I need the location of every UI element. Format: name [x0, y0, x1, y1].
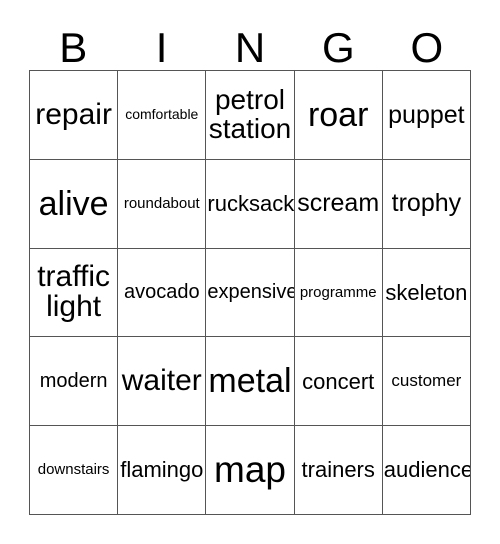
bingo-cell-label: petrol station [208, 84, 292, 144]
bingo-cell[interactable]: programme [294, 248, 383, 338]
bingo-cell[interactable]: comfortable [118, 71, 207, 160]
bingo-cell-label: comfortable [125, 106, 199, 123]
bingo-cell-label: downstairs [37, 461, 110, 479]
bingo-cell[interactable]: repair [30, 71, 119, 160]
bingo-cell[interactable]: customer [382, 337, 471, 427]
bingo-cell[interactable]: trainers [294, 426, 383, 515]
bingo-header-letter-g: G [322, 24, 355, 71]
bingo-cell-label: alive [38, 184, 109, 223]
bingo-cell-label: avocado [123, 280, 200, 303]
bingo-cell-label: rucksack [207, 191, 295, 217]
bingo-cell-label: traffic light [37, 259, 110, 324]
bingo-cell[interactable]: avocado [118, 248, 207, 338]
bingo-cell[interactable]: rucksack [206, 159, 295, 249]
bingo-cell[interactable]: downstairs [30, 426, 119, 515]
bingo-cell-label: metal [208, 362, 292, 401]
bingo-cell[interactable]: puppet [382, 71, 471, 160]
bingo-cell[interactable]: trophy [382, 159, 471, 249]
bingo-cell[interactable]: roundabout [118, 159, 207, 249]
bingo-cell[interactable]: audience [382, 426, 471, 515]
bingo-cell[interactable]: map [206, 426, 295, 515]
bingo-cell[interactable]: expensive [206, 248, 295, 338]
bingo-cell[interactable]: scream [294, 159, 383, 249]
bingo-cell[interactable]: traffic light [30, 248, 119, 338]
bingo-grid: repair comfortable petrol station roar p… [29, 70, 471, 515]
bingo-cell-label: trainers [301, 457, 375, 483]
bingo-cell-label: customer [391, 371, 462, 391]
bingo-cell[interactable]: flamingo [118, 426, 207, 515]
bingo-cell[interactable]: concert [294, 337, 383, 427]
bingo-cell-label: trophy [391, 189, 462, 218]
bingo-cell-label: skeleton [385, 279, 468, 305]
bingo-cell-label: concert [302, 368, 375, 394]
bingo-cell-label: programme [299, 283, 377, 301]
bingo-cell-label: puppet [388, 100, 465, 129]
bingo-cell-label: modern [39, 369, 108, 392]
bingo-cell-label: repair [35, 98, 112, 131]
bingo-header-letter-b: B [59, 24, 88, 71]
bingo-cell-label: waiter [121, 364, 202, 398]
bingo-header-letter-o: O [410, 24, 444, 71]
bingo-cell[interactable]: metal [206, 337, 295, 427]
bingo-cell-label: roundabout [123, 194, 200, 212]
bingo-cell-label: expensive [207, 280, 295, 303]
bingo-header-row: B I N G O [29, 22, 471, 70]
bingo-cell[interactable]: modern [30, 337, 119, 427]
bingo-cell-label: flamingo [120, 457, 204, 483]
bingo-cell-label: map [214, 449, 286, 491]
bingo-header-letter-n: N [234, 24, 266, 71]
bingo-cell[interactable]: petrol station [206, 71, 295, 160]
bingo-cell-label: roar [307, 95, 369, 134]
bingo-cell-label: scream [297, 189, 380, 218]
bingo-cell[interactable]: waiter [118, 337, 207, 427]
bingo-cell[interactable]: alive [30, 159, 119, 249]
bingo-card: B I N G O repair comfortable petrol stat… [0, 0, 500, 544]
bingo-header-letter-i: I [155, 24, 168, 71]
bingo-cell-label: audience [383, 457, 471, 483]
bingo-cell[interactable]: roar [294, 71, 383, 160]
bingo-cell[interactable]: skeleton [382, 248, 471, 338]
